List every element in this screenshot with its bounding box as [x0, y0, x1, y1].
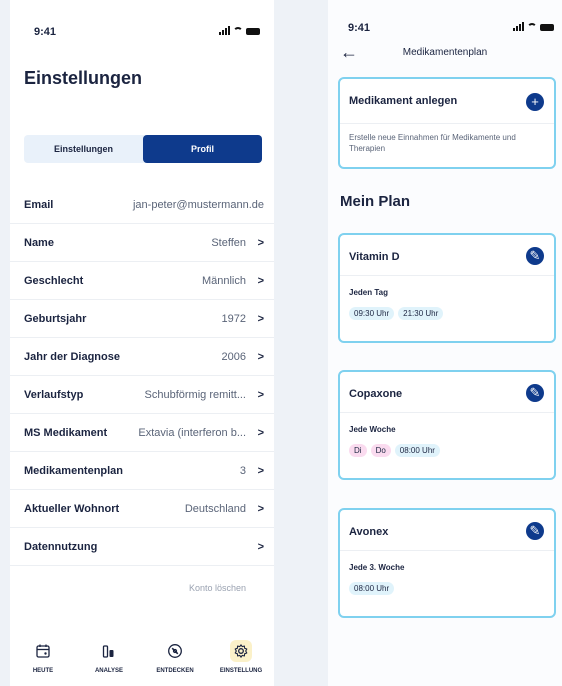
battery-icon — [540, 24, 554, 31]
row-label: Geschlecht — [24, 274, 84, 287]
nav-heute[interactable]: HEUTE — [10, 636, 76, 686]
add-medication-card[interactable]: Medikament anlegen + Erstelle neue Einna… — [338, 77, 556, 169]
row-value: Schubförmig remitt... — [144, 388, 246, 401]
medication-name: Vitamin D — [349, 251, 400, 263]
medication-card[interactable]: Avonex ✎ Jede 3. Woche 08:00 Uhr — [338, 508, 556, 618]
chevron-right-icon: > — [257, 350, 264, 363]
status-bar: 9:41 — [10, 24, 274, 40]
wifi-icon — [233, 27, 243, 35]
battery-icon — [246, 28, 260, 35]
row-value: 3 — [239, 464, 246, 477]
profile-row-ms-medication[interactable]: MS Medikament Extavia (interferon b... > — [10, 414, 274, 452]
chevron-right-icon: > — [257, 502, 264, 515]
row-value: 1972 — [221, 312, 246, 325]
compass-icon — [164, 640, 186, 662]
edit-icon[interactable]: ✎ — [526, 522, 544, 540]
row-label: Geburtsjahr — [24, 312, 87, 325]
nav-label: ENTDECKEN — [156, 668, 194, 674]
medication-card[interactable]: Vitamin D ✎ Jeden Tag 09:30 Uhr 21:30 Uh… — [338, 233, 556, 343]
bottom-nav: HEUTE ANALYSE ENTDECKEN EINSTELLUNG — [10, 636, 274, 686]
row-label: Aktueller Wohnort — [24, 502, 120, 515]
chevron-right-icon: > — [257, 426, 264, 439]
medication-name: Copaxone — [349, 388, 403, 400]
time-chip: 08:00 Uhr — [349, 582, 395, 595]
row-value: Steffen — [211, 236, 246, 249]
row-label: Datennutzung — [24, 540, 98, 553]
edit-icon[interactable]: ✎ — [526, 247, 544, 265]
row-label: Name — [24, 236, 54, 249]
plus-icon[interactable]: + — [526, 93, 544, 111]
profile-row-birth-year[interactable]: Geburtsjahr 1972 > — [10, 300, 274, 338]
gear-icon — [230, 640, 252, 662]
profile-row-data-usage[interactable]: Datennutzung > — [10, 528, 274, 566]
chevron-right-icon: > — [257, 464, 264, 477]
chevron-right-icon: > — [257, 274, 264, 287]
card-title: Medikament anlegen — [349, 95, 458, 107]
chevron-right-icon: > — [257, 312, 264, 325]
profile-row-residence[interactable]: Aktueller Wohnort Deutschland > — [10, 490, 274, 528]
card-description: Erstelle neue Einnahmen für Medikamente … — [349, 133, 516, 153]
nav-label: HEUTE — [32, 668, 54, 674]
day-chip: Do — [370, 444, 391, 457]
section-title: Mein Plan — [340, 193, 411, 210]
nav-label: ANALYSE — [94, 668, 124, 674]
profile-row-name[interactable]: Name Steffen > — [10, 224, 274, 262]
profile-row-email[interactable]: Email jan-peter@mustermann.de — [10, 186, 274, 224]
time-chip: 08:00 Uhr — [394, 444, 440, 457]
profile-list: Email jan-peter@mustermann.de Name Steff… — [10, 186, 274, 566]
row-value: Männlich — [201, 274, 246, 287]
page-title: Einstellungen — [24, 68, 143, 88]
tab-einstellungen[interactable]: Einstellungen — [24, 135, 143, 163]
profile-row-course-type[interactable]: Verlaufstyp Schubförmig remitt... > — [10, 376, 274, 414]
row-value: Extavia (interferon b... — [138, 426, 246, 439]
medication-plan-screen: 9:41 ← Medikamentenplan Medikament anleg… — [328, 0, 562, 686]
medication-name: Avonex — [349, 526, 389, 538]
medication-frequency: Jede Woche — [349, 425, 396, 434]
row-label: Medikamentenplan — [24, 464, 124, 477]
row-label: Verlaufstyp — [24, 388, 84, 401]
row-value: jan-peter@mustermann.de — [132, 198, 264, 211]
time-chip: 09:30 Uhr — [349, 307, 395, 320]
profile-row-gender[interactable]: Geschlecht Männlich > — [10, 262, 274, 300]
nav-einstellung[interactable]: EINSTELLUNG — [208, 636, 274, 686]
medication-frequency: Jede 3. Woche — [349, 563, 405, 572]
row-value: 2006 — [221, 350, 246, 363]
row-label: MS Medikament — [24, 426, 108, 439]
nav-entdecken[interactable]: ENTDECKEN — [142, 636, 208, 686]
segmented-control: Einstellungen Profil — [24, 135, 262, 163]
status-icons — [513, 22, 554, 31]
medication-card[interactable]: Copaxone ✎ Jede Woche Di Do 08:00 Uhr — [338, 370, 556, 480]
row-value: Deutschland — [184, 502, 246, 515]
medication-frequency: Jeden Tag — [349, 288, 388, 297]
chevron-right-icon: > — [257, 388, 264, 401]
delete-account-link[interactable]: Konto löschen — [189, 583, 246, 593]
header: ← Medikamentenplan — [328, 43, 562, 64]
signal-icon — [219, 26, 230, 35]
signal-icon — [513, 22, 524, 31]
chevron-right-icon: > — [257, 540, 264, 553]
status-icons — [219, 26, 260, 35]
chevron-right-icon: > — [257, 236, 264, 249]
edit-icon[interactable]: ✎ — [526, 384, 544, 402]
profile-row-diagnosis-year[interactable]: Jahr der Diagnose 2006 > — [10, 338, 274, 376]
day-chip: Di — [349, 444, 367, 457]
analysis-icon — [98, 640, 120, 662]
time-chip: 21:30 Uhr — [398, 307, 444, 320]
row-label: Jahr der Diagnose — [24, 350, 120, 363]
status-time: 9:41 — [34, 26, 57, 38]
nav-label: EINSTELLUNG — [219, 668, 263, 674]
row-label: Email — [24, 198, 54, 211]
status-time: 9:41 — [348, 22, 371, 34]
settings-screen: 9:41 Einstellungen Einstellungen Profil … — [10, 0, 274, 686]
profile-row-medication-plan[interactable]: Medikamentenplan 3 > — [10, 452, 274, 490]
status-bar: 9:41 — [328, 20, 562, 36]
header-title: Medikamentenplan — [402, 47, 488, 58]
calendar-icon — [32, 640, 54, 662]
wifi-icon — [527, 23, 537, 31]
tab-profil[interactable]: Profil — [143, 135, 262, 163]
nav-analyse[interactable]: ANALYSE — [76, 636, 142, 686]
